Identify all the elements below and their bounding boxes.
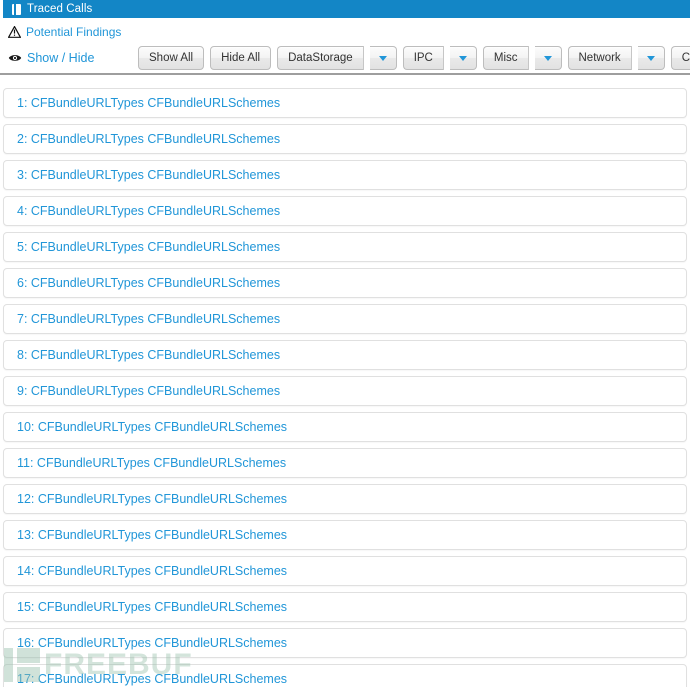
network-button[interactable]: Network: [567, 46, 632, 70]
list-item[interactable]: 10: CFBundleURLTypes CFBundleURLSchemes: [3, 412, 687, 442]
ipc-dropdown-toggle[interactable]: [449, 46, 477, 70]
list-item-label: 10: CFBundleURLTypes CFBundleURLSchemes: [17, 420, 288, 434]
traced-calls-panel: Traced Calls Potential Findings Show / H…: [0, 0, 690, 687]
list-item-label: 4: CFBundleURLTypes CFBundleURLSchemes: [17, 204, 281, 218]
list-item-label: 12: CFBundleURLTypes CFBundleURLSchemes: [17, 492, 288, 506]
document-icon: [12, 3, 21, 15]
datastorage-button[interactable]: DataStorage: [277, 46, 364, 70]
list-item[interactable]: 9: CFBundleURLTypes CFBundleURLSchemes: [3, 376, 687, 406]
list-item[interactable]: 2: CFBundleURLTypes CFBundleURLSchemes: [3, 124, 687, 154]
list-item-label: 14: CFBundleURLTypes CFBundleURLSchemes: [17, 564, 288, 578]
network-dropdown-toggle[interactable]: [637, 46, 665, 70]
titlebar: Traced Calls: [3, 0, 690, 18]
show-all-button[interactable]: Show All: [138, 46, 205, 70]
crypto-button[interactable]: Crypto: [670, 46, 690, 70]
list-item-label: 3: CFBundleURLTypes CFBundleURLSchemes: [17, 168, 281, 182]
crypto-button-group: Crypto: [670, 46, 690, 70]
list-item-label: 2: CFBundleURLTypes CFBundleURLSchemes: [17, 132, 281, 146]
potential-findings-row[interactable]: Potential Findings: [8, 24, 121, 40]
chevron-down-icon: [458, 55, 467, 61]
list-item[interactable]: 17: CFBundleURLTypes CFBundleURLSchemes: [3, 664, 687, 687]
misc-button-group: Misc: [482, 46, 562, 70]
list-item-label: 6: CFBundleURLTypes CFBundleURLSchemes: [17, 276, 281, 290]
list-item-label: 16: CFBundleURLTypes CFBundleURLSchemes: [17, 636, 288, 650]
list-item[interactable]: 7: CFBundleURLTypes CFBundleURLSchemes: [3, 304, 687, 334]
page-title: Traced Calls: [27, 3, 93, 15]
hide-all-button[interactable]: Hide All: [210, 46, 272, 70]
list-item[interactable]: 16: CFBundleURLTypes CFBundleURLSchemes: [3, 628, 687, 658]
ipc-button[interactable]: IPC: [402, 46, 444, 70]
list-item-label: 17: CFBundleURLTypes CFBundleURLSchemes: [17, 672, 288, 686]
traced-calls-list[interactable]: 1: CFBundleURLTypes CFBundleURLSchemes 2:…: [0, 88, 690, 687]
chevron-down-icon: [646, 55, 655, 61]
list-item[interactable]: 14: CFBundleURLTypes CFBundleURLSchemes: [3, 556, 687, 586]
filter-button-bar: Show All Hide All DataStorage IPC Misc N…: [138, 44, 690, 72]
network-button-group: Network: [567, 46, 665, 70]
list-item[interactable]: 1: CFBundleURLTypes CFBundleURLSchemes: [3, 88, 687, 118]
list-item-label: 11: CFBundleURLTypes CFBundleURLSchemes: [17, 456, 287, 470]
datastorage-button-group: DataStorage: [277, 46, 397, 70]
toolbar-separator: [0, 73, 690, 75]
list-item-label: 5: CFBundleURLTypes CFBundleURLSchemes: [17, 240, 281, 254]
list-item-label: 9: CFBundleURLTypes CFBundleURLSchemes: [17, 384, 281, 398]
list-item-label: 13: CFBundleURLTypes CFBundleURLSchemes: [17, 528, 288, 542]
warning-triangle-icon: [8, 26, 21, 38]
datastorage-dropdown-toggle[interactable]: [369, 46, 397, 70]
show-hide-label: Show / Hide: [27, 51, 95, 65]
list-item[interactable]: 12: CFBundleURLTypes CFBundleURLSchemes: [3, 484, 687, 514]
list-item[interactable]: 15: CFBundleURLTypes CFBundleURLSchemes: [3, 592, 687, 622]
list-item[interactable]: 3: CFBundleURLTypes CFBundleURLSchemes: [3, 160, 687, 190]
list-item[interactable]: 6: CFBundleURLTypes CFBundleURLSchemes: [3, 268, 687, 298]
list-item[interactable]: 4: CFBundleURLTypes CFBundleURLSchemes: [3, 196, 687, 226]
list-item-label: 7: CFBundleURLTypes CFBundleURLSchemes: [17, 312, 281, 326]
ipc-button-group: IPC: [402, 46, 477, 70]
toolbar: Potential Findings Show / Hide Show All …: [0, 18, 690, 74]
potential-findings-label: Potential Findings: [26, 25, 122, 39]
show-hide-row[interactable]: Show / Hide: [8, 44, 94, 72]
list-item-label: 8: CFBundleURLTypes CFBundleURLSchemes: [17, 348, 281, 362]
list-item[interactable]: 11: CFBundleURLTypes CFBundleURLSchemes: [3, 448, 687, 478]
chevron-down-icon: [543, 55, 552, 61]
misc-button[interactable]: Misc: [482, 46, 529, 70]
list-item[interactable]: 5: CFBundleURLTypes CFBundleURLSchemes: [3, 232, 687, 262]
eye-icon: [8, 55, 22, 61]
list-item-label: 15: CFBundleURLTypes CFBundleURLSchemes: [17, 600, 288, 614]
list-item[interactable]: 13: CFBundleURLTypes CFBundleURLSchemes: [3, 520, 687, 550]
chevron-down-icon: [378, 55, 387, 61]
list-item[interactable]: 8: CFBundleURLTypes CFBundleURLSchemes: [3, 340, 687, 370]
list-item-label: 1: CFBundleURLTypes CFBundleURLSchemes: [17, 96, 281, 110]
misc-dropdown-toggle[interactable]: [534, 46, 562, 70]
